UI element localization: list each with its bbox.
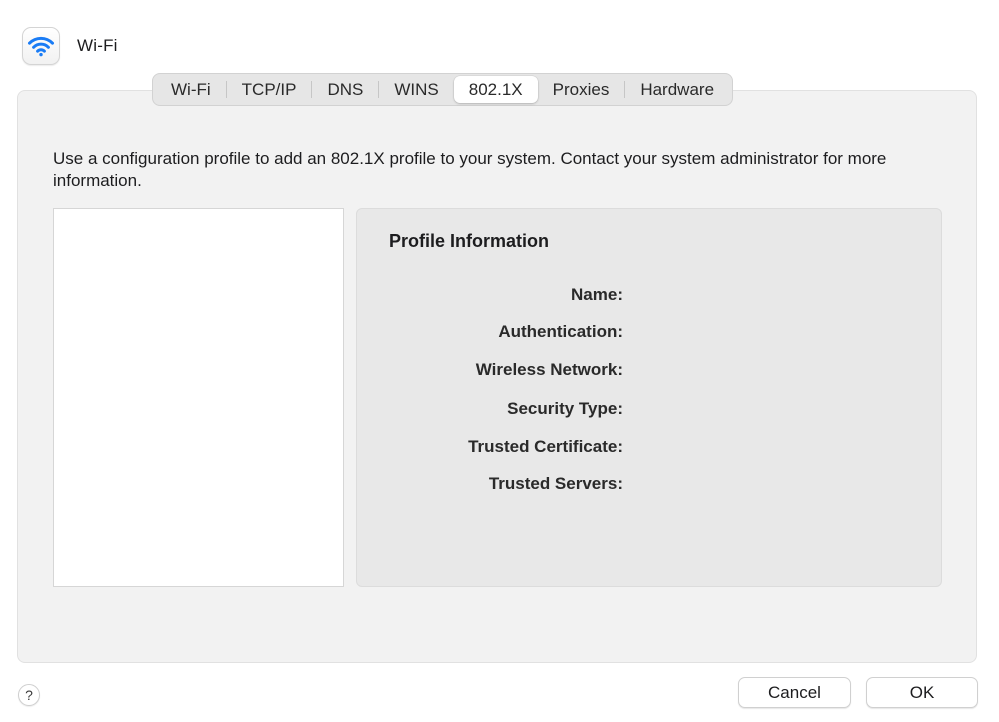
tab-wins[interactable]: WINS bbox=[379, 76, 453, 103]
ok-button[interactable]: OK bbox=[866, 677, 978, 708]
tab-bar: Wi-Fi TCP/IP DNS WINS 802.1X Proxies Har… bbox=[152, 73, 734, 106]
profile-list[interactable] bbox=[53, 208, 344, 587]
window-title: Wi-Fi bbox=[77, 36, 118, 55]
authentication-label: Authentication: bbox=[498, 322, 623, 341]
tab-dns[interactable]: DNS bbox=[312, 76, 378, 103]
trusted-certificate-label: Trusted Certificate: bbox=[468, 437, 623, 456]
wifi-icon bbox=[22, 27, 60, 65]
profile-information-panel: Profile Information Name: Authentication… bbox=[356, 208, 942, 587]
tab-8021x[interactable]: 802.1X bbox=[453, 76, 538, 103]
network-settings-window: Wi-Fi Wi-Fi TCP/IP DNS WINS 802.1X Proxi… bbox=[0, 0, 999, 722]
tab-wifi[interactable]: Wi-Fi bbox=[156, 76, 226, 103]
security-type-label: Security Type: bbox=[507, 399, 623, 418]
description-text: Use a configuration profile to add an 80… bbox=[53, 149, 887, 190]
tab-tcpip[interactable]: TCP/IP bbox=[227, 76, 312, 103]
header: Wi-Fi bbox=[22, 26, 118, 66]
wireless-network-label: Wireless Network: bbox=[475, 360, 623, 379]
cancel-button[interactable]: Cancel bbox=[738, 677, 851, 708]
tab-proxies[interactable]: Proxies bbox=[538, 76, 625, 103]
tab-hardware[interactable]: Hardware bbox=[625, 76, 729, 103]
name-label: Name: bbox=[571, 285, 623, 304]
help-button[interactable]: ? bbox=[18, 684, 40, 706]
trusted-servers-label: Trusted Servers: bbox=[488, 474, 623, 493]
profile-information-title: Profile Information bbox=[389, 231, 550, 251]
